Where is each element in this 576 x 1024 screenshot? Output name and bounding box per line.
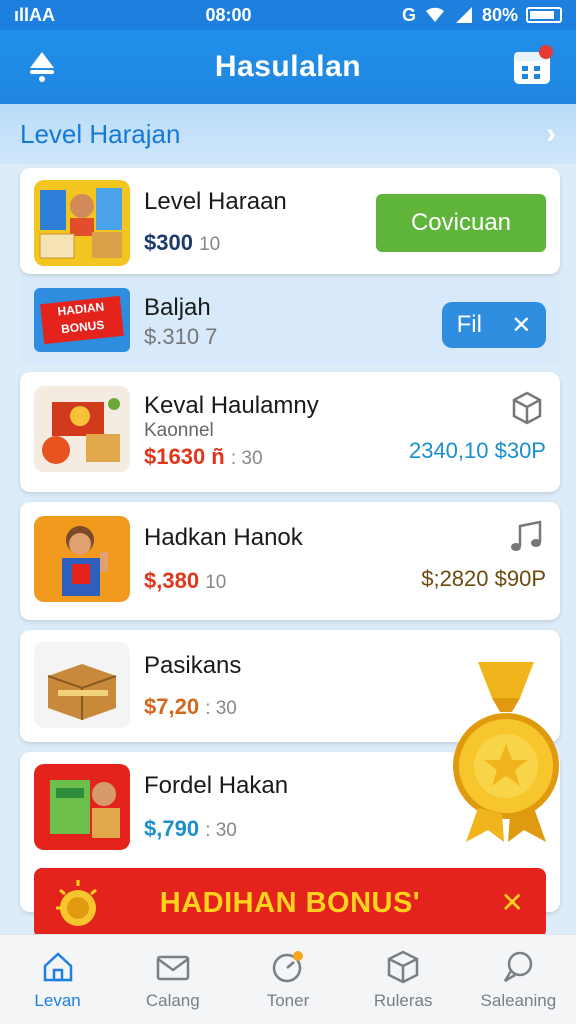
item-thumbnail — [34, 386, 130, 472]
nav-item-home[interactable]: Levan — [3, 940, 113, 1020]
list-item[interactable]: HADIAN BONUS Baljah $.310 7 Fil ✕ — [20, 278, 560, 364]
item-thumbnail — [34, 764, 130, 850]
item-thumbnail — [34, 516, 130, 602]
price-value: $7,20 — [144, 694, 200, 719]
nav-label: Toner — [266, 990, 310, 1010]
mail-icon — [156, 955, 190, 980]
status-bar: ıllAA 08:00 G 80% — [0, 0, 576, 30]
chevron-right-icon[interactable]: › — [546, 117, 556, 151]
price-value: $.310 7 — [144, 324, 218, 349]
gauge-icon — [272, 950, 303, 982]
item-thumbnail — [34, 642, 130, 728]
item-price: $.310 7 — [144, 324, 217, 350]
wifi-icon — [425, 7, 444, 22]
status-time: 08:00 — [205, 4, 252, 25]
item-title: Baljah — [144, 294, 211, 321]
price-sub: : 30 — [205, 698, 237, 719]
close-icon[interactable]: ✕ — [511, 311, 531, 340]
item-price: $7,20 : 30 — [144, 694, 237, 720]
chat-icon — [504, 951, 533, 982]
thumb-label: HADIAN BONUS — [56, 299, 106, 337]
calendar-icon[interactable] — [512, 44, 554, 88]
right-amount: $;2820 $90P — [421, 566, 546, 591]
price-value: $,790 — [144, 816, 200, 841]
item-title: Level Haraan — [144, 188, 287, 215]
nav-label: Calang — [145, 990, 200, 1010]
item-price: $,790 : 30 — [144, 816, 237, 842]
home-icon — [43, 951, 72, 981]
nav-item-cube[interactable]: Ruleras — [348, 940, 458, 1020]
bonus-thumbnail: HADIAN BONUS — [34, 288, 130, 352]
item-thumbnail — [34, 180, 130, 266]
filter-label: Fil — [456, 311, 482, 338]
item-title: Fordel Hakan — [144, 772, 289, 799]
item-subtitle: Kaonnel — [144, 420, 214, 441]
app-title: Hasulalan — [214, 50, 362, 83]
bell-icon[interactable] — [22, 46, 62, 86]
app-bar: Hasulalan — [0, 30, 576, 104]
item-price: $,380 10 — [144, 568, 226, 594]
list-item[interactable]: Hadkan Hanok $,380 10 $;2820 $90P — [20, 502, 560, 620]
cube-icon — [387, 950, 419, 983]
nav-label: Levan — [34, 990, 81, 1010]
list-item[interactable]: Keval Haulamny Kaonnel $1630 ñ : 30 2340… — [20, 372, 560, 492]
right-amount: 2340,10 $30P — [408, 438, 546, 463]
item-price: $300 10 — [144, 230, 220, 256]
nav-label: Ruleras — [373, 990, 433, 1010]
status-left: ıllAA — [14, 5, 55, 26]
close-icon[interactable]: ✕ — [501, 886, 524, 919]
carrier-text: ıllAA — [14, 4, 56, 25]
item-title: Keval Haulamny — [144, 392, 319, 419]
nav-item-gauge[interactable]: Toner — [233, 940, 343, 1020]
item-title: Hadkan Hanok — [144, 524, 303, 551]
battery-percent: 80% — [481, 4, 518, 25]
music-icon[interactable] — [508, 518, 546, 556]
g-icon: G — [401, 4, 416, 25]
bonus-banner[interactable]: HADIHAN BONUS' ✕ — [34, 868, 546, 938]
nav-item-chat[interactable]: Saleaning — [463, 940, 573, 1020]
section-title: Level Harajan — [20, 118, 181, 149]
price-sub: : 30 — [205, 820, 237, 841]
nav-item-mail[interactable]: Calang — [118, 940, 228, 1020]
item-price: $1630 ñ : 30 — [144, 444, 263, 470]
price-value: $300 — [144, 230, 193, 255]
box-icon[interactable] — [508, 388, 546, 426]
price-sub: 10 — [205, 572, 227, 593]
price-sub: : 30 — [230, 448, 263, 469]
section-header[interactable]: Level Harajan › — [0, 104, 576, 164]
price-value: $1630 ñ — [144, 444, 225, 469]
status-right: G 80% — [402, 5, 562, 26]
battery-icon — [525, 7, 562, 23]
list-item[interactable]: Level Haraan $300 10 Covicuan — [20, 168, 560, 274]
signal-icon — [455, 7, 472, 23]
claim-button[interactable]: Covicuan — [376, 194, 546, 252]
claim-label: Covicuan — [410, 209, 512, 236]
price-value: $,380 — [144, 568, 200, 593]
price-sub: 10 — [199, 234, 221, 255]
item-title: Pasikans — [144, 652, 242, 679]
sun-coin-icon — [56, 880, 97, 926]
nav-label: Saleaning — [480, 990, 557, 1010]
filter-pill[interactable]: Fil ✕ — [442, 302, 546, 348]
bottom-nav: Levan Calang Toner Ruleras Saleaning — [0, 934, 576, 1024]
medal-icon — [453, 662, 559, 842]
bonus-text: HADIHAN BONUS' — [159, 886, 421, 919]
notification-badge — [539, 45, 553, 59]
